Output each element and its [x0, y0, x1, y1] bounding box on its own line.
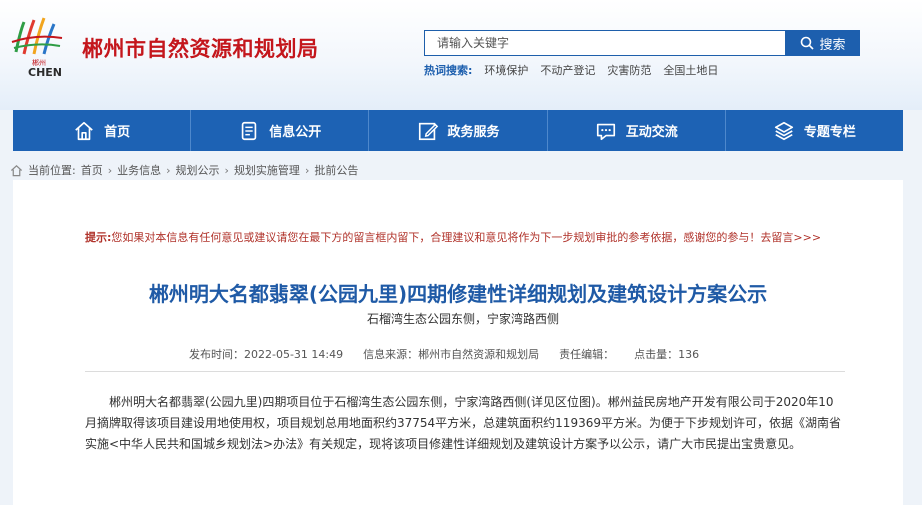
breadcrumb-link[interactable]: 首页: [81, 162, 103, 178]
search-input[interactable]: [425, 31, 785, 55]
hot-search-label: 热词搜索:: [424, 64, 473, 77]
breadcrumb-link[interactable]: 规划公示: [176, 162, 220, 178]
article-meta: 发布时间：2022-05-31 14:49 信息来源：郴州市自然资源和规划局 责…: [189, 346, 699, 362]
search-icon: [801, 36, 815, 50]
nav-item-label: 政务服务: [447, 125, 500, 140]
hot-search: 热词搜索: 环境保护 不动产登记 灾害防范 全国土地日: [424, 62, 718, 78]
publish-time: 发布时间：2022-05-31 14:49: [189, 348, 344, 361]
breadcrumb-link[interactable]: 业务信息: [117, 162, 161, 178]
home-small-icon: [10, 164, 23, 176]
document-icon: [242, 121, 257, 140]
site-header: 郴州 CHEN 郴州市自然资源和规划局 搜索 热词搜索: 环境保护 不动产登记 …: [0, 0, 922, 110]
hot-keyword[interactable]: 灾害防范: [607, 62, 651, 78]
search-button[interactable]: 搜索: [786, 30, 860, 56]
breadcrumb-link[interactable]: 批前公告: [314, 162, 358, 178]
breadcrumb: 当前位置: 首页 › 业务信息 › 规划公示 › 规划实施管理 › 批前公告: [10, 162, 358, 178]
tip-text: 您如果对本信息有任何意见或建议请您在最下方的留言框内留下，合理建议和意见将作为下…: [111, 231, 822, 244]
info-source: 信息来源：郴州市自然资源和规划局: [363, 348, 540, 361]
article-card: 提示:您如果对本信息有任何意见或建议请您在最下方的留言框内留下，合理建议和意见将…: [13, 180, 903, 505]
breadcrumb-separator: ›: [107, 163, 113, 177]
nav-item-home[interactable]: 首页: [13, 110, 192, 151]
article-body: 郴州明大名都翡翠(公园九里)四期项目位于石榴湾生态公园东侧，宁家湾路西侧(详见区…: [85, 395, 841, 451]
chat-icon: [596, 123, 615, 140]
breadcrumb-separator: ›: [166, 163, 171, 177]
editor: 责任编辑：: [559, 348, 615, 361]
divider: [85, 371, 845, 372]
breadcrumb-separator: ›: [224, 163, 229, 177]
breadcrumb-separator: ›: [304, 163, 310, 177]
hot-keyword[interactable]: 环境保护: [484, 62, 528, 78]
article-subtitle: 石榴湾生态公园东侧，宁家湾路西侧: [366, 312, 559, 326]
layers-icon: [774, 121, 793, 140]
chenzhou-logo[interactable]: 郴州 CHEN: [6, 12, 74, 78]
home-icon: [75, 121, 93, 140]
nav-item-interaction[interactable]: 互动交流: [548, 110, 726, 151]
article-title: 郴州明大名都翡翠(公园九里)四期修建性详细规划及建筑设计方案公示: [148, 282, 768, 306]
nav-item-label: 信息公开: [269, 125, 322, 140]
nav-item-label: 专题专栏: [803, 125, 856, 140]
nav-item-label: 首页: [104, 125, 131, 140]
nav-item-info-disclosure[interactable]: 信息公开: [191, 110, 370, 151]
hot-keyword[interactable]: 不动产登记: [540, 62, 595, 78]
hit-count: 点击量：136: [634, 348, 700, 361]
search-box: [424, 30, 786, 56]
breadcrumb-link[interactable]: 规划实施管理: [234, 162, 300, 178]
comment-tip[interactable]: 提示:您如果对本信息有任何意见或建议请您在最下方的留言框内留下，合理建议和意见将…: [85, 229, 845, 246]
hot-keyword[interactable]: 全国土地日: [663, 62, 718, 78]
main-nav: 首页 信息公开 政务服务 互动交流 专题专栏: [13, 110, 903, 151]
nav-item-label: 互动交流: [625, 125, 678, 140]
breadcrumb-prefix: 当前位置:: [28, 164, 76, 177]
edit-icon: [418, 122, 438, 140]
logo-text: CHEN: [28, 66, 62, 78]
site-title[interactable]: 郴州市自然资源和规划局: [82, 33, 319, 63]
nav-item-special-topics[interactable]: 专题专栏: [726, 110, 903, 151]
tip-label: 提示:: [85, 231, 112, 244]
search-button-label: 搜索: [819, 37, 846, 53]
nav-item-gov-services[interactable]: 政务服务: [369, 110, 548, 151]
